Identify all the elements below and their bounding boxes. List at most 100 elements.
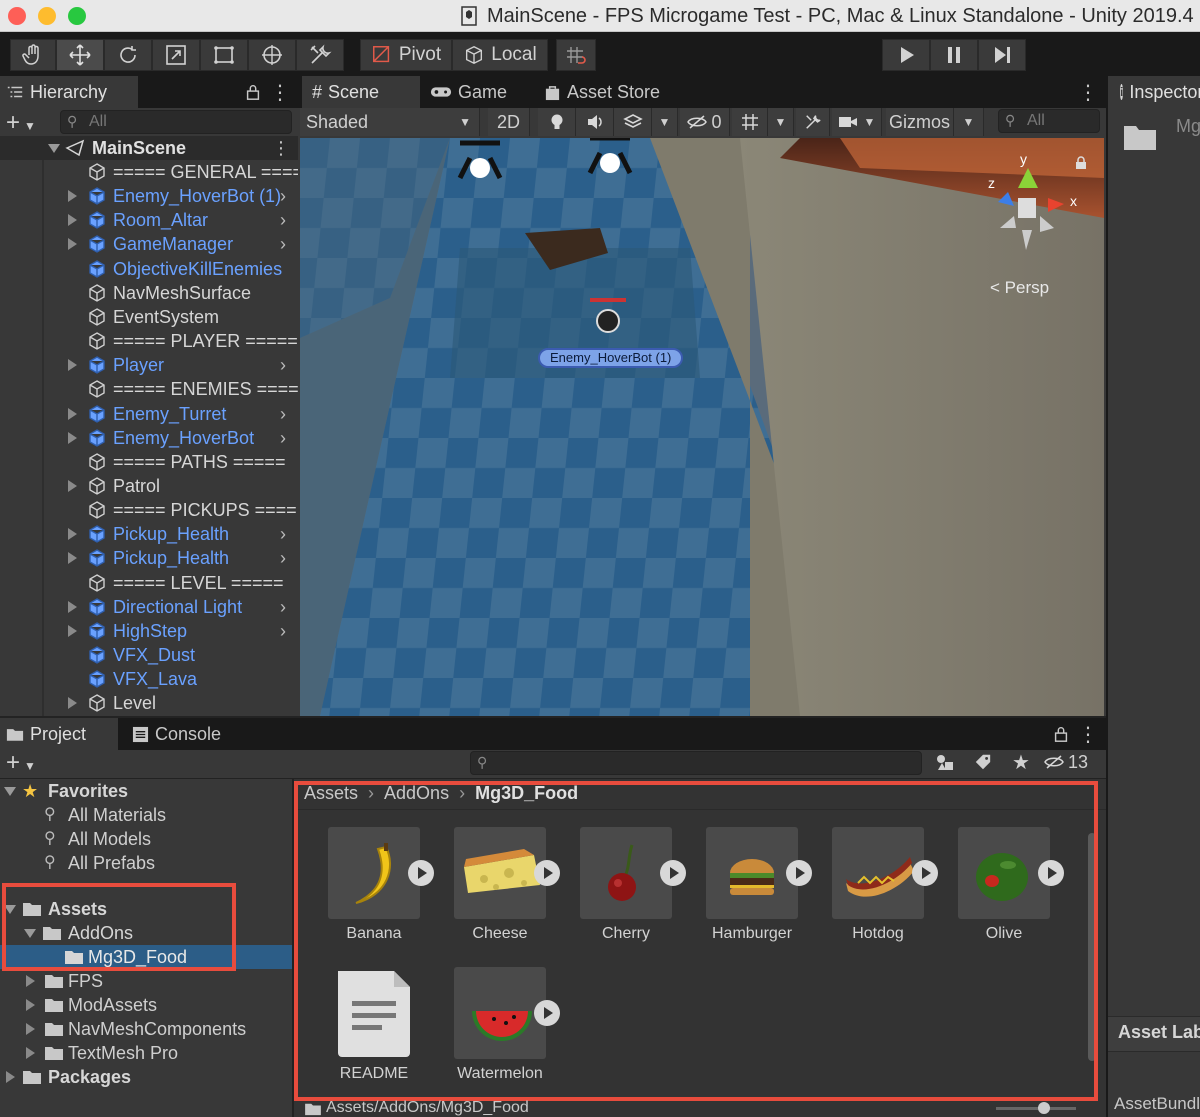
create-button[interactable]: + ▼: [6, 109, 36, 137]
expand-arrow-icon[interactable]: [26, 1047, 35, 1059]
tab-inspector[interactable]: i Inspector: [1108, 76, 1200, 108]
gizmos-dropdown[interactable]: ▼: [954, 108, 984, 136]
expand-arrow-icon[interactable]: [68, 624, 77, 637]
hierarchy-item[interactable]: ===== PLAYER =====: [0, 329, 298, 353]
breadcrumb-addons[interactable]: AddOns: [384, 783, 449, 804]
play-preview-icon[interactable]: [660, 860, 686, 886]
lock-icon[interactable]: [244, 83, 262, 101]
asset-cheese[interactable]: Cheese: [454, 827, 560, 943]
chevron-right-icon[interactable]: ›: [280, 522, 286, 546]
asset-hotdog[interactable]: Hotdog: [832, 827, 938, 943]
create-asset-button[interactable]: + ▼: [6, 749, 36, 777]
scale-tool-button[interactable]: [152, 39, 200, 71]
favorite-all-prefabs[interactable]: ⚲ All Prefabs: [0, 851, 292, 875]
tab-hierarchy[interactable]: Hierarchy: [0, 76, 138, 108]
chevron-right-icon[interactable]: ›: [280, 184, 286, 208]
asset-labels-header[interactable]: Asset Labels: [1118, 1022, 1200, 1043]
camera-dropdown[interactable]: ▼: [832, 108, 882, 136]
enemy-name-label[interactable]: Enemy_HoverBot (1): [538, 348, 684, 368]
chevron-right-icon[interactable]: ›: [280, 426, 286, 450]
close-window-button[interactable]: [8, 7, 26, 25]
favorite-all-materials[interactable]: ⚲ All Materials: [0, 803, 292, 827]
tab-asset-store[interactable]: Asset Store: [534, 76, 674, 108]
chevron-right-icon[interactable]: ›: [280, 232, 286, 256]
snap-settings-button[interactable]: [556, 39, 596, 71]
effects-toggle[interactable]: [614, 108, 652, 136]
expand-arrow-icon[interactable]: [48, 144, 60, 153]
textmeshpro-folder-row[interactable]: TextMesh Pro: [0, 1041, 292, 1065]
expand-arrow-icon[interactable]: [68, 528, 77, 541]
lock-icon[interactable]: [1074, 156, 1088, 170]
custom-tool-button[interactable]: [296, 39, 344, 71]
hidden-packages-toggle[interactable]: 13: [1044, 748, 1104, 776]
hierarchy-item[interactable]: Player ›: [0, 353, 298, 377]
hierarchy-item[interactable]: EventSystem: [0, 305, 298, 329]
asset-banana[interactable]: Banana: [328, 827, 434, 943]
play-preview-icon[interactable]: [786, 860, 812, 886]
scene-viewport[interactable]: Enemy_HoverBot (1) y z x < Persp: [300, 138, 1104, 716]
expand-arrow-icon[interactable]: [24, 929, 36, 938]
perspective-toggle[interactable]: < Persp: [990, 278, 1049, 298]
tools-toggle[interactable]: [796, 108, 830, 136]
lock-icon[interactable]: [1052, 725, 1070, 743]
hierarchy-item[interactable]: GameManager ›: [0, 232, 298, 256]
asset-watermelon[interactable]: Watermelon: [454, 967, 560, 1083]
tab-game[interactable]: Game: [420, 76, 534, 108]
grid-toggle[interactable]: [732, 108, 768, 136]
addons-folder-row[interactable]: AddOns: [0, 921, 292, 945]
chevron-right-icon[interactable]: ›: [280, 546, 286, 570]
transform-tool-button[interactable]: [248, 39, 296, 71]
project-search-input[interactable]: ⚲: [470, 751, 922, 775]
scene-search-input[interactable]: ⚲ All: [998, 109, 1100, 133]
scene-root-row[interactable]: MainScene ⋮: [0, 136, 298, 160]
expand-arrow-icon[interactable]: [68, 697, 77, 710]
navmeshcomponents-folder-row[interactable]: NavMeshComponents: [0, 1017, 292, 1041]
expand-arrow-icon[interactable]: [68, 600, 77, 613]
move-tool-button[interactable]: [56, 39, 104, 71]
scene-menu-icon[interactable]: ⋮: [1078, 80, 1098, 105]
modassets-folder-row[interactable]: ModAssets: [0, 993, 292, 1017]
expand-arrow-icon[interactable]: [6, 1071, 15, 1083]
hierarchy-item[interactable]: NavMeshSurface: [0, 281, 298, 305]
hidden-objects-toggle[interactable]: 0: [680, 108, 730, 136]
lighting-toggle[interactable]: [538, 108, 576, 136]
expand-arrow-icon[interactable]: [4, 787, 16, 796]
play-preview-icon[interactable]: [534, 860, 560, 886]
rect-tool-button[interactable]: [200, 39, 248, 71]
chevron-right-icon[interactable]: ›: [280, 619, 286, 643]
pause-button[interactable]: [930, 39, 978, 71]
hierarchy-item[interactable]: ObjectiveKillEnemies: [0, 257, 298, 281]
gizmos-button[interactable]: Gizmos: [886, 108, 954, 136]
hierarchy-search-input[interactable]: ⚲ All: [60, 110, 292, 134]
expand-arrow-icon[interactable]: [68, 359, 77, 372]
mode-2d-toggle[interactable]: 2D: [488, 108, 530, 136]
step-button[interactable]: [978, 39, 1026, 71]
hierarchy-item[interactable]: Pickup_Health ›: [0, 546, 298, 570]
hierarchy-item[interactable]: Enemy_Turret ›: [0, 402, 298, 426]
play-button[interactable]: [882, 39, 930, 71]
play-preview-icon[interactable]: [1038, 860, 1064, 886]
chevron-right-icon[interactable]: ›: [280, 353, 286, 377]
chevron-right-icon[interactable]: ›: [280, 208, 286, 232]
tab-scene[interactable]: # Scene: [302, 76, 420, 108]
play-preview-icon[interactable]: [912, 860, 938, 886]
expand-arrow-icon[interactable]: [68, 479, 77, 492]
star-icon[interactable]: ★: [1004, 748, 1038, 776]
effects-dropdown[interactable]: ▼: [652, 108, 678, 136]
vertical-scrollbar[interactable]: [1088, 833, 1096, 1061]
expand-arrow-icon[interactable]: [26, 999, 35, 1011]
hierarchy-item[interactable]: ===== ENEMIES ====: [0, 377, 298, 401]
play-preview-icon[interactable]: [408, 860, 434, 886]
icon-size-slider[interactable]: [996, 1107, 1076, 1110]
favorite-all-models[interactable]: ⚲ All Models: [0, 827, 292, 851]
hierarchy-item[interactable]: ===== LEVEL =====: [0, 571, 298, 595]
hierarchy-menu-icon[interactable]: ⋮: [270, 80, 290, 105]
packages-folder-row[interactable]: Packages: [0, 1065, 292, 1089]
chevron-right-icon[interactable]: ›: [280, 595, 286, 619]
hierarchy-item[interactable]: VFX_Dust: [0, 643, 298, 667]
local-toggle-button[interactable]: Local: [452, 39, 548, 71]
hierarchy-item[interactable]: Pickup_Health ›: [0, 522, 298, 546]
assets-folder-row[interactable]: Assets: [0, 897, 292, 921]
asset-hamburger[interactable]: Hamburger: [706, 827, 812, 943]
hierarchy-item[interactable]: ===== PICKUPS ====: [0, 498, 298, 522]
